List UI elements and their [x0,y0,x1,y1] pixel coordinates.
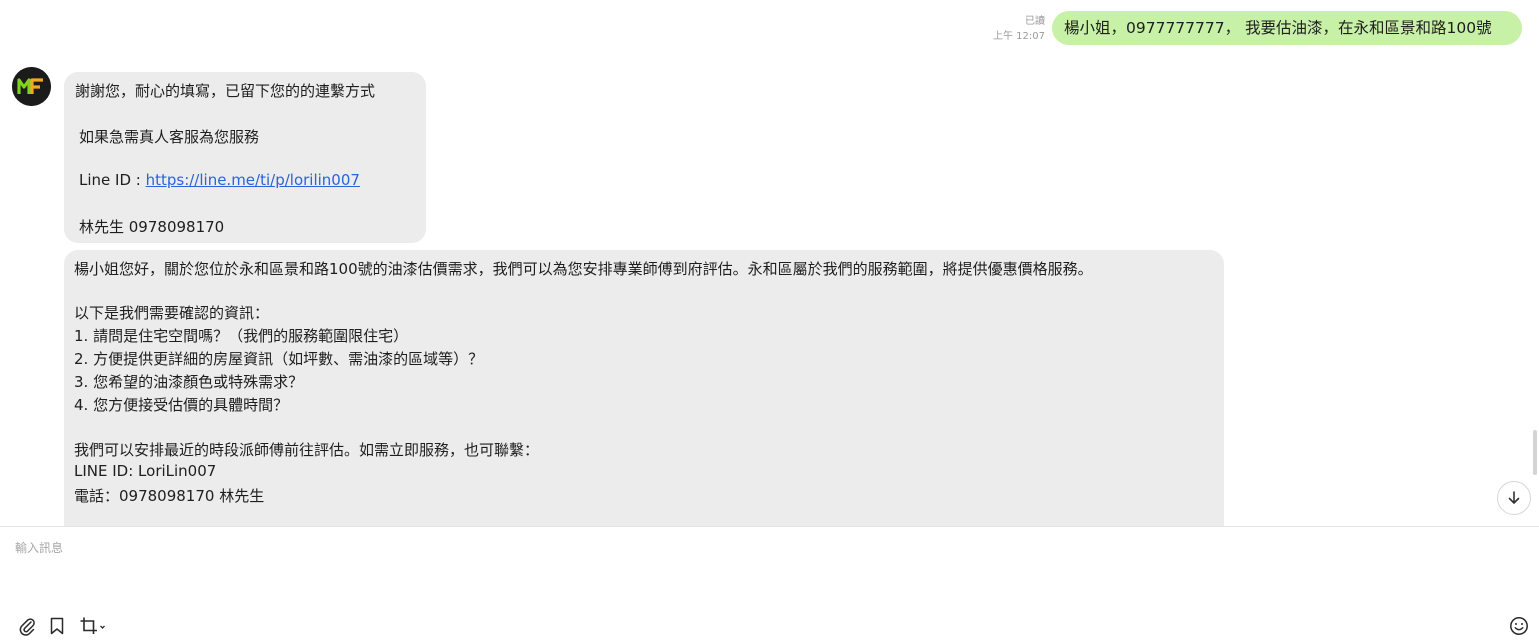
message-line: 電話：0978098170 林先生 [74,487,265,505]
message-line: 3. 您希望的油漆顏色或特殊需求？ [74,373,304,391]
scrollbar[interactable] [1533,430,1537,475]
message-line: 1. 請問是住宅空間嗎？（我們的服務範圍限住宅） [74,327,409,345]
incoming-message-bubble[interactable]: 楊小姐您好，關於您位於永和區景和路100號的油漆估價需求，我們可以為您安排專業師… [64,250,1224,526]
avatar[interactable] [12,67,51,106]
incoming-message-bubble[interactable]: 謝謝您，耐心的填寫，已留下您的的連繫方式 如果急需真人客服為您服務 Line I… [64,72,426,243]
message-input[interactable]: 輸入訊息 [15,539,63,556]
message-line: LINE ID: LoriLin007 [74,462,217,480]
message-time: 上午 12:07 [993,31,1045,42]
scroll-to-bottom-button[interactable] [1497,481,1531,515]
line-id-label: Line ID : [79,171,146,189]
line-link[interactable]: https://line.me/ti/p/lorilin007 [146,171,360,189]
message-line: 4. 您方便接受估價的具體時間？ [74,396,289,414]
bookmark-button[interactable] [49,616,65,640]
message-line: 謝謝您，耐心的填寫，已留下您的的連繫方式 [75,82,376,100]
outgoing-message-text: 楊小姐，0977777777， 我要估油漆，在永和區景和路100號 [1064,19,1492,37]
message-line: 我們可以安排最近的時段派師傅前往評估。如需立即服務，也可聯繫： [74,441,540,459]
message-line: 以下是我們需要確認的資訊： [74,304,270,322]
attach-button[interactable] [18,616,36,640]
crop-icon [80,617,105,634]
message-line: 2. 方便提供更詳細的房屋資訊（如坪數、需油漆的區域等）？ [74,350,484,368]
mf-logo-icon [12,67,51,106]
emoji-icon [1510,617,1528,635]
emoji-button[interactable] [1509,616,1529,640]
paperclip-icon [19,618,35,636]
message-composer[interactable]: 輸入訊息 [0,526,1539,641]
read-status: 已讀 [1025,16,1045,27]
message-line: 楊小姐您好，關於您位於永和區景和路100號的油漆估價需求，我們可以為您安排專業師… [74,260,1093,278]
arrow-down-icon [1508,491,1520,504]
chat-area: 已讀 上午 12:07 楊小姐，0977777777， 我要估油漆，在永和區景和… [0,0,1539,526]
bookmark-icon [50,617,64,635]
screenshot-button[interactable] [79,616,107,640]
message-meta: 已讀 上午 12:07 [993,14,1045,44]
message-line: Line ID : https://line.me/ti/p/lorilin00… [79,171,360,189]
message-line: 如果急需真人客服為您服務 [79,128,260,146]
message-line: 林先生 0978098170 [79,218,225,236]
outgoing-message-bubble[interactable]: 楊小姐，0977777777， 我要估油漆，在永和區景和路100號 [1052,11,1522,45]
